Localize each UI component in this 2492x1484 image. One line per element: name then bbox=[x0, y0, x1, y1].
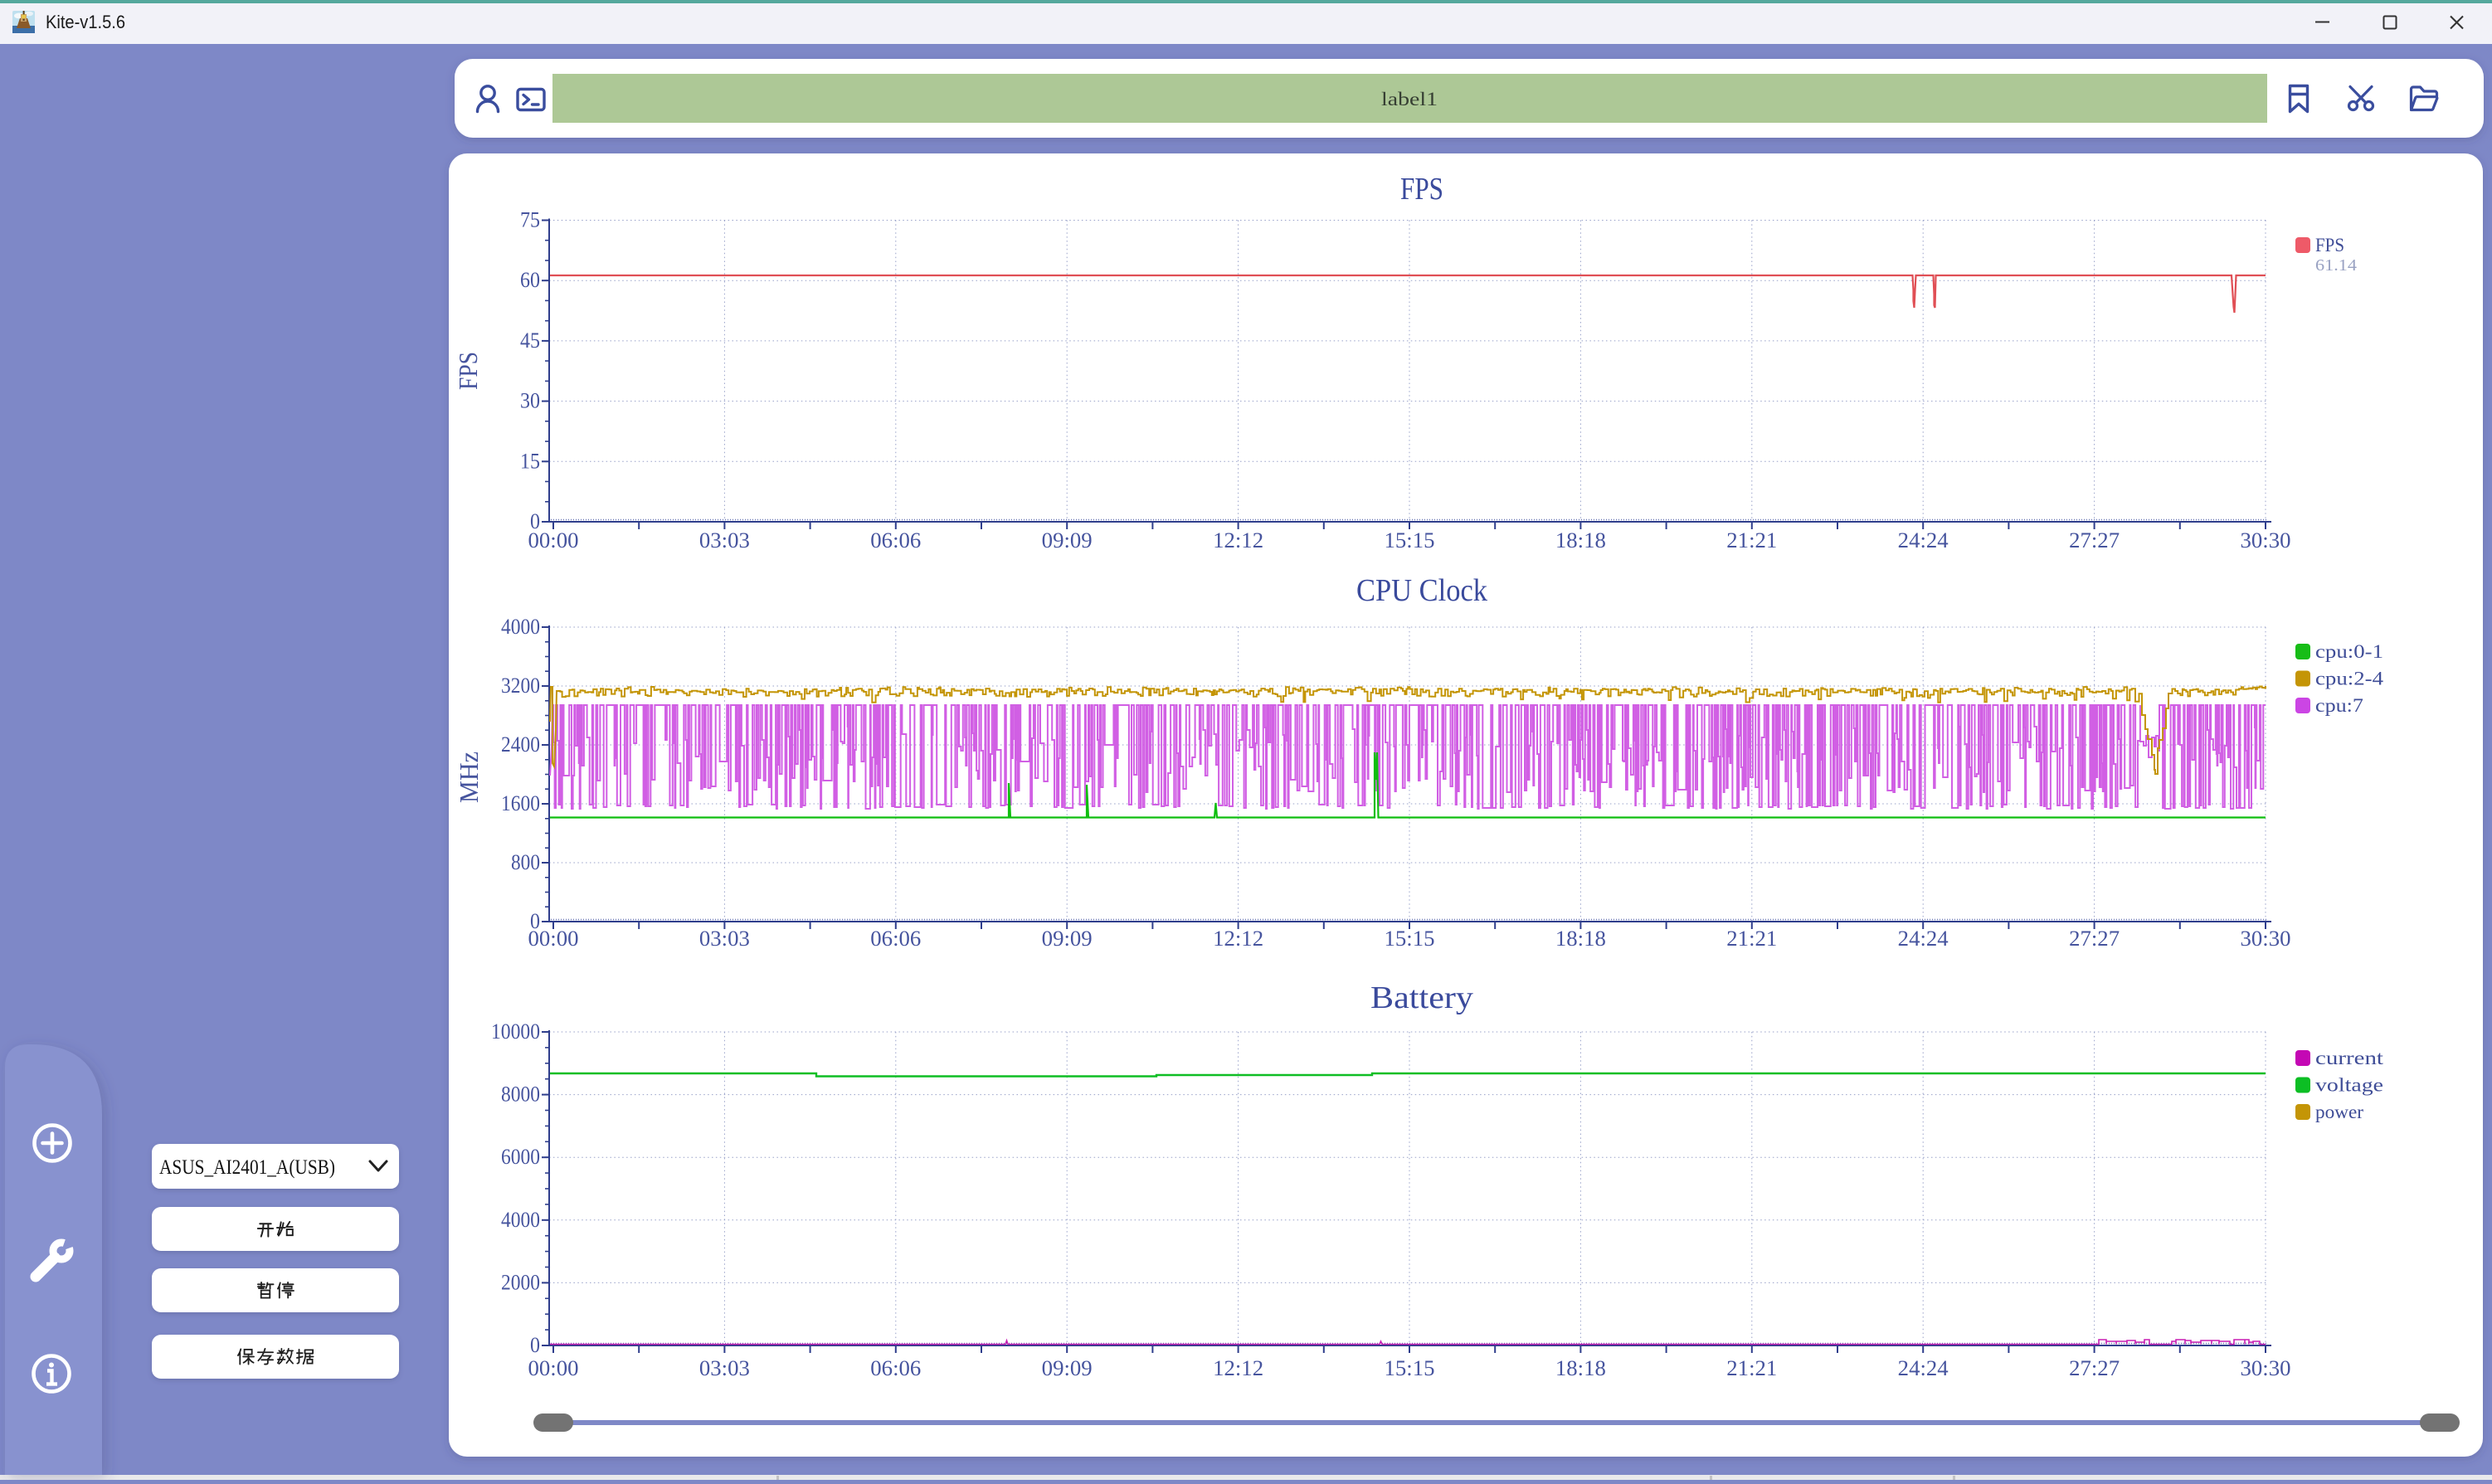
svg-text:cpu:2-4: cpu:2-4 bbox=[2315, 669, 2384, 689]
svg-text:00:00: 00:00 bbox=[528, 528, 579, 552]
svg-text:06:06: 06:06 bbox=[870, 927, 921, 951]
svg-text:09:09: 09:09 bbox=[1042, 927, 1093, 951]
svg-text:800: 800 bbox=[511, 850, 540, 874]
svg-text:Battery: Battery bbox=[1370, 980, 1473, 1015]
svg-text:24:24: 24:24 bbox=[1898, 927, 1949, 951]
svg-text:30:30: 30:30 bbox=[2241, 1356, 2291, 1380]
svg-text:15:15: 15:15 bbox=[1385, 927, 1435, 951]
svg-text:27:27: 27:27 bbox=[2069, 927, 2120, 951]
svg-text:30:30: 30:30 bbox=[2241, 528, 2291, 552]
svg-text:power: power bbox=[2315, 1102, 2363, 1122]
svg-text:21:21: 21:21 bbox=[1726, 528, 1777, 552]
svg-text:45: 45 bbox=[520, 328, 540, 353]
svg-text:21:21: 21:21 bbox=[1726, 1356, 1777, 1380]
svg-text:03:03: 03:03 bbox=[699, 528, 750, 552]
svg-text:00:00: 00:00 bbox=[528, 1356, 579, 1380]
svg-text:12:12: 12:12 bbox=[1213, 927, 1263, 951]
svg-text:4000: 4000 bbox=[501, 1208, 540, 1232]
svg-text:8000: 8000 bbox=[501, 1083, 540, 1107]
svg-text:12:12: 12:12 bbox=[1213, 1356, 1263, 1380]
svg-text:CPU Clock: CPU Clock bbox=[1356, 573, 1487, 608]
svg-text:24:24: 24:24 bbox=[1898, 528, 1949, 552]
svg-text:30: 30 bbox=[520, 389, 540, 413]
svg-text:0: 0 bbox=[530, 1333, 540, 1357]
svg-text:FPS: FPS bbox=[1400, 172, 1443, 207]
svg-text:cpu:0-1: cpu:0-1 bbox=[2315, 641, 2383, 662]
svg-text:18:18: 18:18 bbox=[1555, 528, 1606, 552]
svg-text:00:00: 00:00 bbox=[528, 927, 579, 951]
svg-text:09:09: 09:09 bbox=[1042, 528, 1093, 552]
svg-text:15:15: 15:15 bbox=[1385, 1356, 1435, 1380]
svg-text:Kite-v1.5.6: Kite-v1.5.6 bbox=[46, 12, 125, 32]
svg-text:4000: 4000 bbox=[501, 615, 540, 639]
svg-text:FPS: FPS bbox=[453, 352, 483, 390]
svg-text:18:18: 18:18 bbox=[1555, 927, 1606, 951]
svg-text:03:03: 03:03 bbox=[699, 927, 750, 951]
svg-text:10000: 10000 bbox=[491, 1019, 540, 1044]
svg-text:24:24: 24:24 bbox=[1898, 1356, 1949, 1380]
svg-text:12:12: 12:12 bbox=[1213, 528, 1263, 552]
svg-text:MHz: MHz bbox=[454, 752, 484, 803]
svg-text:FPS: FPS bbox=[2315, 235, 2344, 255]
svg-text:09:09: 09:09 bbox=[1042, 1356, 1093, 1380]
svg-text:75: 75 bbox=[520, 208, 540, 232]
svg-text:2400: 2400 bbox=[501, 732, 540, 757]
svg-text:60: 60 bbox=[520, 268, 540, 292]
svg-text:current: current bbox=[2315, 1048, 2384, 1068]
svg-text:30:30: 30:30 bbox=[2241, 927, 2291, 951]
svg-text:1600: 1600 bbox=[501, 791, 540, 815]
svg-text:3200: 3200 bbox=[501, 674, 540, 698]
svg-text:03:03: 03:03 bbox=[699, 1356, 750, 1380]
svg-text:6000: 6000 bbox=[501, 1145, 540, 1169]
svg-text:18:18: 18:18 bbox=[1555, 1356, 1606, 1380]
svg-text:15: 15 bbox=[520, 449, 540, 473]
svg-text:27:27: 27:27 bbox=[2069, 528, 2120, 552]
svg-text:06:06: 06:06 bbox=[870, 528, 921, 552]
svg-text:voltage: voltage bbox=[2315, 1075, 2383, 1096]
svg-text:61.14: 61.14 bbox=[2315, 256, 2357, 275]
svg-text:15:15: 15:15 bbox=[1385, 528, 1435, 552]
svg-text:2000: 2000 bbox=[501, 1270, 540, 1294]
svg-text:27:27: 27:27 bbox=[2069, 1356, 2120, 1380]
svg-text:label1: label1 bbox=[1381, 89, 1438, 109]
svg-text:21:21: 21:21 bbox=[1726, 927, 1777, 951]
svg-text:ASUS_AI2401_A(USB): ASUS_AI2401_A(USB) bbox=[159, 1156, 335, 1179]
svg-text:cpu:7: cpu:7 bbox=[2315, 695, 2363, 716]
svg-text:06:06: 06:06 bbox=[870, 1356, 921, 1380]
